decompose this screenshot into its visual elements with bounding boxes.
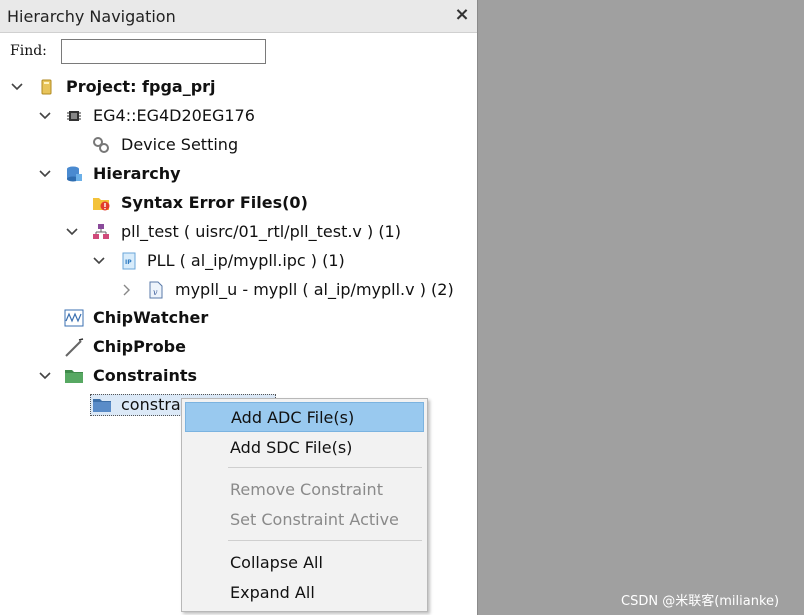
- menu-separator: [228, 540, 422, 541]
- menu-item-collapse-all[interactable]: Collapse All: [185, 548, 424, 578]
- tree-item-chipwatcher[interactable]: ChipWatcher: [0, 305, 300, 331]
- chevron-down-icon[interactable]: [38, 363, 52, 389]
- tree-item-label: ChipProbe: [93, 337, 186, 356]
- chevron-down-icon[interactable]: [92, 248, 106, 274]
- folder-icon: [92, 396, 111, 414]
- verilog-file-icon: v: [147, 281, 165, 299]
- tree-item-device-setting[interactable]: Device Setting: [0, 132, 300, 158]
- menu-item-expand-all[interactable]: Expand All: [185, 578, 424, 608]
- tree-item-device[interactable]: EG4::EG4D20EG176: [0, 103, 300, 129]
- tree-item-syntax-errors[interactable]: Syntax Error Files(0): [0, 190, 320, 216]
- tree-item-label: EG4::EG4D20EG176: [93, 106, 255, 125]
- svg-text:v: v: [153, 288, 158, 297]
- chevron-down-icon[interactable]: [38, 161, 52, 187]
- tree-item-label: Hierarchy: [93, 164, 181, 183]
- tree-item-label: ChipWatcher: [93, 308, 209, 327]
- tree-item-pll[interactable]: IP PLL ( al_ip/mypll.ipc ) (1): [0, 248, 420, 274]
- tree-item-label: constra: [121, 395, 181, 414]
- gears-icon: [92, 136, 110, 154]
- tree-item-label: Device Setting: [121, 135, 239, 154]
- tree-item-label: Syntax Error Files(0): [121, 193, 308, 212]
- waveform-icon: [64, 309, 84, 327]
- chevron-down-icon[interactable]: [10, 74, 24, 100]
- menu-item-add-sdc[interactable]: Add SDC File(s): [185, 433, 424, 463]
- ip-file-icon: IP: [120, 252, 138, 270]
- panel-titlebar: Hierarchy Navigation ×: [0, 0, 477, 33]
- tree-item-hierarchy[interactable]: Hierarchy: [0, 161, 300, 187]
- tree-item-mypll-u[interactable]: v mypll_u - mypll ( al_ip/mypll.v ) (2): [0, 277, 470, 303]
- tree-item-constraints[interactable]: Constraints: [0, 363, 300, 389]
- svg-text:IP: IP: [125, 259, 132, 266]
- tree-item-pll-test[interactable]: pll_test ( uisrc/01_rtl/pll_test.v ) (1): [0, 219, 420, 245]
- tree-item-label: Project: fpga_prj: [66, 77, 216, 96]
- constraints-folder-icon: [64, 367, 83, 385]
- tree-item-chipprobe[interactable]: ChipProbe: [0, 334, 300, 360]
- context-menu: Add ADC File(s) Add SDC File(s) Remove C…: [181, 398, 428, 612]
- menu-item-remove-constraint[interactable]: Remove Constraint: [185, 475, 424, 505]
- tree-item-label: mypll_u - mypll ( al_ip/mypll.v ) (2): [175, 280, 454, 299]
- menu-item-add-adc[interactable]: Add ADC File(s): [185, 402, 424, 432]
- panel-title: Hierarchy Navigation: [7, 7, 176, 26]
- chevron-right-icon[interactable]: [120, 277, 134, 303]
- chevron-down-icon[interactable]: [65, 219, 79, 245]
- find-label: Find:: [10, 43, 47, 59]
- chip-icon: [65, 107, 83, 125]
- chevron-down-icon[interactable]: [38, 103, 52, 129]
- watermark: CSDN @米联客(milianke): [621, 594, 780, 609]
- menu-separator: [228, 467, 422, 468]
- find-input[interactable]: [61, 39, 266, 64]
- hierarchy-database-icon: [65, 165, 83, 183]
- menu-item-set-constraint-active[interactable]: Set Constraint Active: [185, 505, 424, 535]
- tree-item-label: Constraints: [93, 366, 198, 385]
- tree-item-label: PLL ( al_ip/mypll.ipc ) (1): [147, 251, 345, 270]
- close-icon[interactable]: ×: [452, 5, 472, 25]
- tree-item-label: pll_test ( uisrc/01_rtl/pll_test.v ) (1): [121, 222, 401, 241]
- error-folder-icon: [92, 194, 110, 212]
- tree-item-project[interactable]: Project: fpga_prj: [0, 74, 300, 100]
- probe-icon: [64, 338, 84, 357]
- project-icon: [38, 78, 56, 96]
- module-tree-icon: [92, 223, 110, 241]
